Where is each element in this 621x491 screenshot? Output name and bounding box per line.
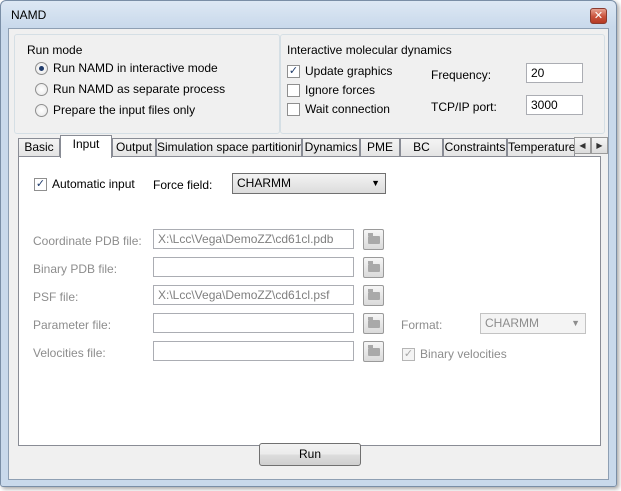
format-label: Format: bbox=[401, 318, 443, 332]
binary-pdb-label: Binary PDB file: bbox=[33, 262, 118, 276]
folder-open-icon bbox=[368, 317, 380, 328]
ignore-forces-checkbox[interactable]: Ignore forces bbox=[287, 83, 375, 97]
radio-indicator[interactable] bbox=[35, 61, 48, 75]
velocities-file-browse-button[interactable] bbox=[363, 341, 384, 362]
coordinate-pdb-label: Coordinate PDB file: bbox=[33, 234, 142, 248]
psf-input[interactable]: X:\Lcc\Vega\DemoZZ\cd61cl.psf bbox=[153, 285, 354, 305]
run-button[interactable]: Run bbox=[259, 443, 361, 466]
velocities-file-input[interactable] bbox=[153, 341, 354, 361]
tab-input[interactable]: Input bbox=[60, 135, 112, 158]
tab-simulation-space-partitioning[interactable]: Simulation space partitioning bbox=[156, 138, 302, 157]
frequency-label: Frequency: bbox=[431, 68, 492, 82]
checkbox-box[interactable] bbox=[287, 102, 300, 116]
window-title: NAMD bbox=[11, 8, 47, 22]
folder-open-icon bbox=[368, 261, 380, 272]
radio-indicator[interactable] bbox=[35, 103, 48, 117]
checkbox-label: Update graphics bbox=[305, 64, 393, 78]
psf-browse-button[interactable] bbox=[363, 285, 384, 306]
tab-dynamics[interactable]: Dynamics bbox=[302, 138, 360, 157]
psf-label: PSF file: bbox=[33, 290, 79, 304]
checkbox-label: Binary velocities bbox=[420, 347, 507, 361]
imd-group: Interactive molecular dynamics ✓ Update … bbox=[280, 34, 605, 134]
checkbox-label: Wait connection bbox=[305, 102, 390, 116]
tab-basic[interactable]: Basic bbox=[18, 138, 60, 157]
tab-pme[interactable]: PME bbox=[360, 138, 400, 157]
tab-bc[interactable]: BC bbox=[400, 138, 443, 157]
coordinate-pdb-input[interactable]: X:\Lcc\Vega\DemoZZ\cd61cl.pdb bbox=[153, 229, 354, 249]
frequency-input[interactable]: 20 bbox=[526, 63, 583, 83]
imd-caption: Interactive molecular dynamics bbox=[287, 43, 452, 57]
coordinate-pdb-browse-button[interactable] bbox=[363, 229, 384, 250]
format-select[interactable]: CHARMM ▼ bbox=[480, 313, 586, 334]
binary-pdb-browse-button[interactable] bbox=[363, 257, 384, 278]
namd-window: NAMD ✕ Run mode Run NAMD in interactive … bbox=[0, 0, 617, 487]
checkbox-label: Ignore forces bbox=[305, 83, 376, 97]
radio-prepare-input[interactable]: Prepare the input files only bbox=[35, 103, 195, 117]
parameter-file-browse-button[interactable] bbox=[363, 313, 384, 334]
radio-interactive-mode[interactable]: Run NAMD in interactive mode bbox=[35, 61, 218, 75]
title-bar[interactable]: NAMD ✕ bbox=[1, 1, 616, 29]
tab-strip: Basic Input Output Simulation space part… bbox=[18, 135, 608, 158]
check-icon[interactable]: ✓ bbox=[34, 177, 47, 191]
check-icon[interactable]: ✓ bbox=[287, 64, 300, 78]
force-field-select[interactable]: CHARMM ▼ bbox=[232, 173, 386, 194]
check-icon[interactable]: ✓ bbox=[402, 347, 415, 361]
automatic-input-checkbox[interactable]: ✓ Automatic input bbox=[34, 177, 135, 191]
checkbox-box[interactable] bbox=[287, 83, 300, 97]
radio-indicator[interactable] bbox=[35, 82, 48, 96]
folder-open-icon bbox=[368, 233, 380, 244]
folder-open-icon bbox=[368, 345, 380, 356]
parameter-file-label: Parameter file: bbox=[33, 318, 112, 332]
binary-pdb-input[interactable] bbox=[153, 257, 354, 277]
close-icon[interactable]: ✕ bbox=[590, 8, 607, 24]
run-mode-caption: Run mode bbox=[27, 43, 83, 57]
force-field-label: Force field: bbox=[153, 178, 213, 192]
chevron-right-icon[interactable]: ▶ bbox=[591, 137, 608, 154]
tab-scroll-arrows: ◀ ▶ bbox=[574, 137, 608, 154]
binary-velocities-checkbox[interactable]: ✓ Binary velocities bbox=[402, 347, 507, 361]
chevron-left-icon[interactable]: ◀ bbox=[574, 137, 591, 154]
dialog-body: Run mode Run NAMD in interactive mode Ru… bbox=[8, 28, 609, 480]
tab-output[interactable]: Output bbox=[112, 138, 156, 157]
radio-label: Run NAMD as separate process bbox=[53, 82, 226, 96]
radio-label: Run NAMD in interactive mode bbox=[53, 61, 218, 75]
radio-separate-process[interactable]: Run NAMD as separate process bbox=[35, 82, 225, 96]
folder-open-icon bbox=[368, 289, 380, 300]
chevron-down-icon: ▼ bbox=[371, 178, 380, 188]
tcp-port-input[interactable]: 3000 bbox=[526, 95, 583, 115]
checkbox-label: Automatic input bbox=[52, 177, 135, 191]
format-value: CHARMM bbox=[485, 316, 539, 330]
tcp-port-label: TCP/IP port: bbox=[431, 100, 497, 114]
tab-constraints[interactable]: Constraints bbox=[443, 138, 507, 157]
update-graphics-checkbox[interactable]: ✓ Update graphics bbox=[287, 64, 392, 78]
run-mode-group: Run mode Run NAMD in interactive mode Ru… bbox=[14, 34, 280, 134]
radio-label: Prepare the input files only bbox=[53, 103, 196, 117]
parameter-file-input[interactable] bbox=[153, 313, 354, 333]
velocities-file-label: Velocities file: bbox=[33, 346, 106, 360]
force-field-value: CHARMM bbox=[237, 176, 291, 190]
chevron-down-icon: ▼ bbox=[571, 318, 580, 328]
input-tab-panel: ✓ Automatic input Force field: CHARMM ▼ … bbox=[18, 156, 601, 446]
tab-temperature[interactable]: Temperature bbox=[507, 138, 575, 157]
wait-connection-checkbox[interactable]: Wait connection bbox=[287, 102, 390, 116]
